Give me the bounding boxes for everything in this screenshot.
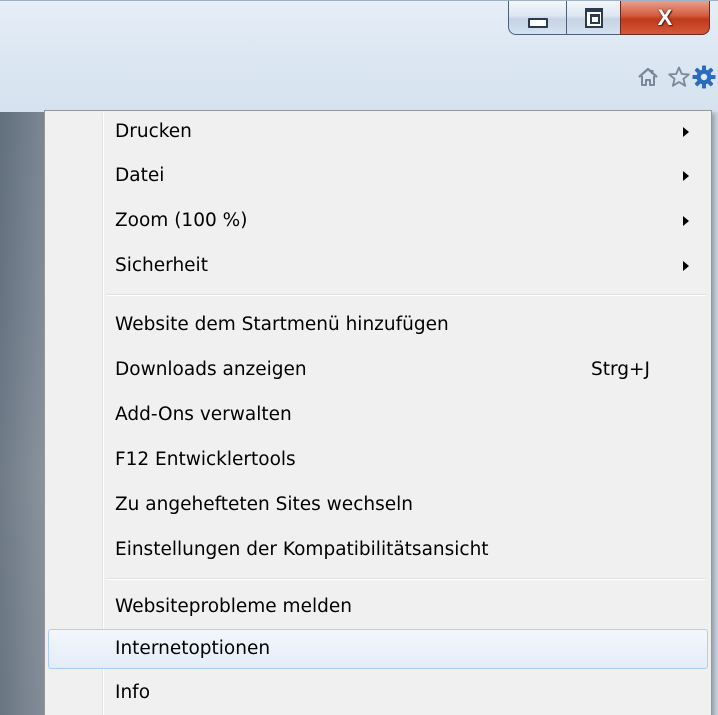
submenu-arrow-icon	[683, 216, 689, 226]
menu-item-report-problems[interactable]: Websiteprobleme melden	[48, 587, 708, 627]
menu-item-label: Datei	[115, 165, 165, 186]
menu-item-label: F12 Entwicklertools	[115, 449, 296, 470]
menu-item-view-downloads[interactable]: Downloads anzeigen Strg+J	[48, 350, 708, 390]
menu-item-label: Info	[115, 682, 151, 703]
menu-item-label: Sicherheit	[115, 255, 208, 276]
menu-item-label: Add-Ons verwalten	[115, 404, 292, 425]
menu-item-label: Einstellungen der Kompatibilitätsansicht	[115, 539, 489, 560]
menu-item-shortcut: Strg+J	[591, 359, 650, 380]
close-button[interactable]: X	[620, 1, 710, 35]
menu-separator	[106, 294, 706, 296]
menu-separator	[106, 578, 706, 580]
menu-item-label: Drucken	[115, 121, 192, 142]
menu-item-label: Internetoptionen	[115, 638, 271, 659]
menu-item-drucken[interactable]: Drucken	[48, 112, 708, 152]
page-content-edge	[712, 112, 718, 715]
minimize-button[interactable]	[508, 1, 566, 35]
menu-item-manage-addons[interactable]: Add-Ons verwalten	[48, 395, 708, 435]
tools-menu: Drucken Datei Zoom (100 %) Sicherheit We…	[44, 110, 712, 715]
menu-item-label: Zoom (100 %)	[115, 210, 248, 231]
star-icon[interactable]	[665, 63, 693, 91]
menu-item-label: Websiteprobleme melden	[115, 596, 352, 617]
submenu-arrow-icon	[683, 171, 689, 181]
menu-item-internet-options[interactable]: Internetoptionen	[48, 629, 708, 669]
menu-item-developer-tools[interactable]: F12 Entwicklertools	[48, 440, 708, 480]
maximize-button[interactable]	[566, 1, 620, 35]
menu-item-add-to-start-menu[interactable]: Website dem Startmenü hinzufügen	[48, 305, 708, 345]
page-content-background	[0, 112, 50, 715]
submenu-arrow-icon	[683, 127, 689, 137]
menu-item-label: Website dem Startmenü hinzufügen	[115, 314, 449, 335]
home-icon[interactable]	[634, 63, 662, 91]
caption-buttons: X	[508, 1, 710, 37]
menu-item-label: Zu angehefteten Sites wechseln	[115, 494, 413, 515]
menu-item-compatibility-view[interactable]: Einstellungen der Kompatibilitätsansicht	[48, 530, 708, 570]
menu-item-zoom[interactable]: Zoom (100 %)	[48, 201, 708, 241]
minimize-icon	[527, 17, 548, 28]
close-icon: X	[657, 4, 673, 30]
menu-item-label: Downloads anzeigen	[115, 359, 307, 380]
menu-item-sicherheit[interactable]: Sicherheit	[48, 246, 708, 286]
menu-item-datei[interactable]: Datei	[48, 156, 708, 196]
window-titlebar: X	[0, 0, 718, 112]
gear-icon[interactable]	[690, 63, 718, 91]
menu-item-pinned-sites[interactable]: Zu angehefteten Sites wechseln	[48, 485, 708, 525]
maximize-icon	[584, 7, 603, 28]
submenu-arrow-icon	[683, 261, 689, 271]
menu-item-info[interactable]: Info	[48, 673, 708, 713]
